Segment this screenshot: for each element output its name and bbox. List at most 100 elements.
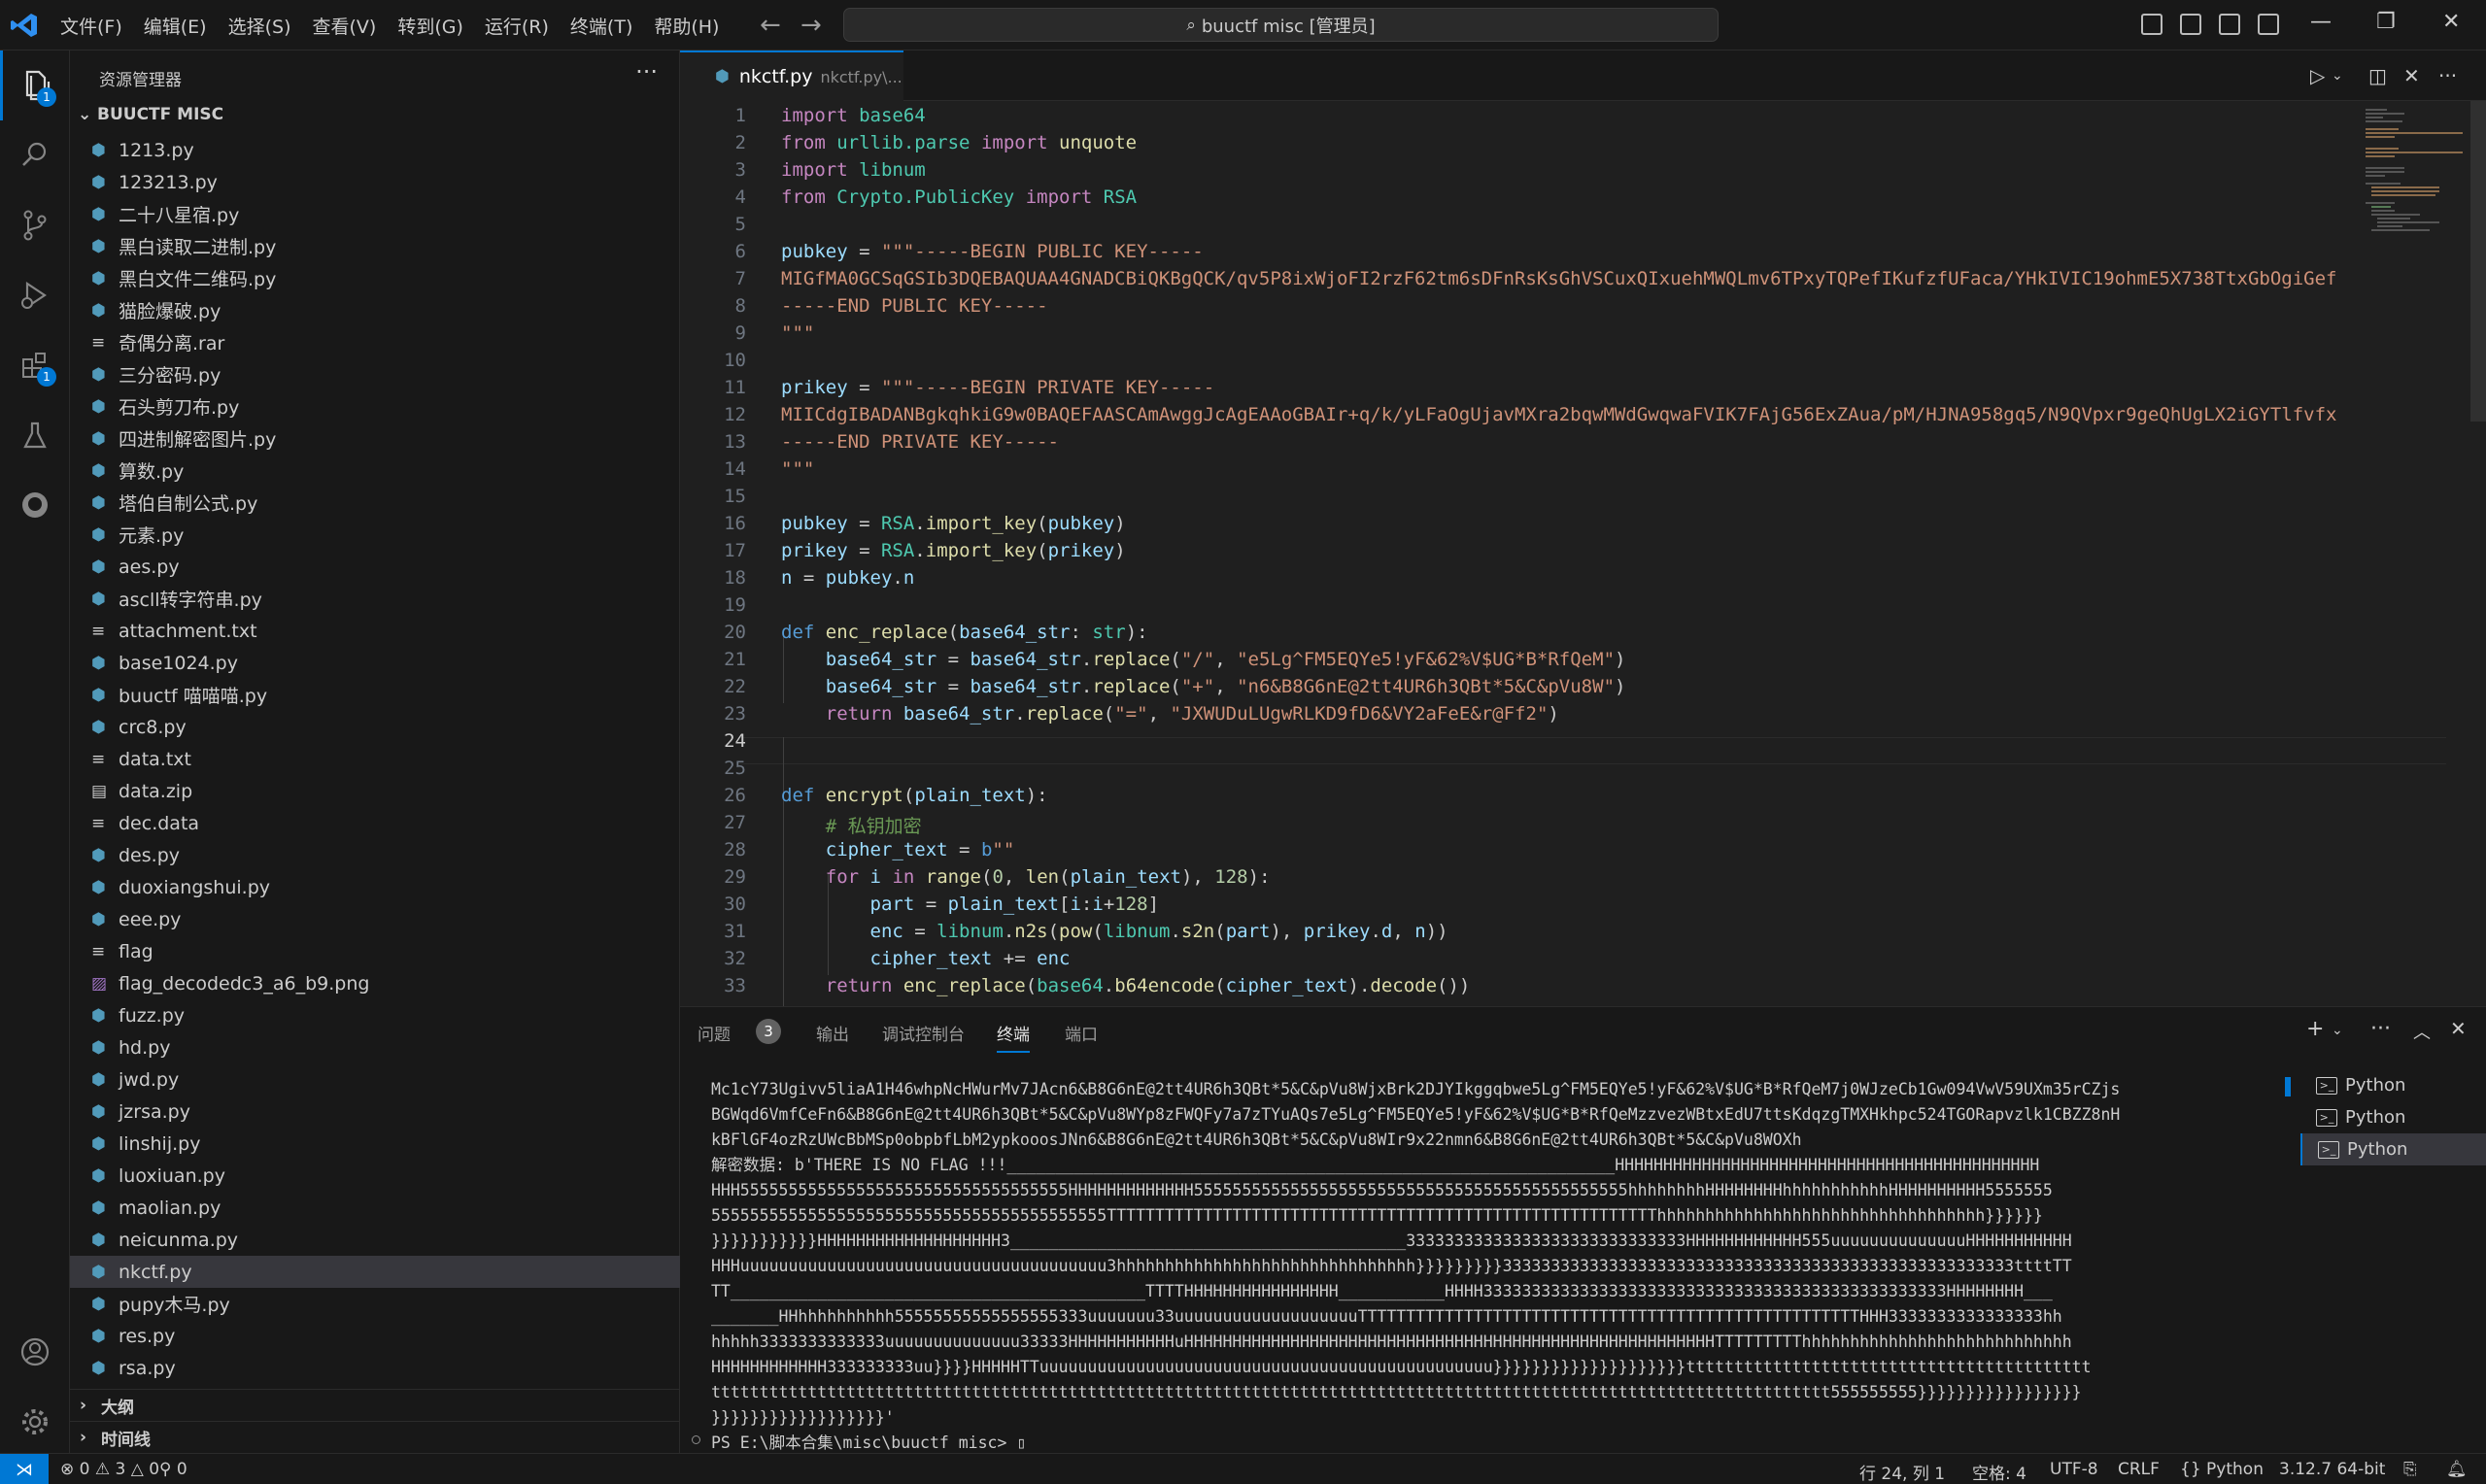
menu-selection[interactable]: 选择(S) [228,13,291,39]
file-item[interactable]: ≡ data.txt [70,743,680,775]
file-item[interactable]: ▤ data.zip [70,775,680,807]
problems-status[interactable]: ⊗ 0 ⚠ 3 △ 0 [60,1460,159,1479]
run-debug-button[interactable] [0,260,70,330]
file-item[interactable]: ⬢ neicunma.py [70,1224,680,1256]
file-item[interactable]: ≡ flag [70,935,680,967]
file-item[interactable]: ⬢ 1213.py [70,134,680,166]
indentation-status[interactable]: 空格: 4 [1972,1460,2026,1484]
tab-debug-console[interactable]: 调试控制台 [882,1021,965,1045]
file-item[interactable]: ⬢ rsa.py [70,1352,680,1384]
split-editor-icon[interactable]: ◫ [2368,64,2387,87]
tab-problems[interactable]: 问题 [698,1021,731,1045]
command-center[interactable]: ⌕ buuctf misc [管理员] [843,8,1719,42]
file-item[interactable]: ⬢ 黑白文件二维码.py [70,262,680,294]
eol-status[interactable]: CRLF [2118,1460,2160,1479]
timeline-section[interactable]: › 时间线 [70,1421,680,1453]
menu-run[interactable]: 运行(R) [485,13,549,39]
file-item[interactable]: ⬢ jzrsa.py [70,1096,680,1128]
toggle-panel-icon[interactable] [2180,14,2201,35]
close-panel-icon[interactable]: ✕ [2450,1017,2467,1040]
toggle-secondary-sidebar-icon[interactable] [2219,14,2240,35]
menu-edit[interactable]: 编辑(E) [144,13,207,39]
file-item[interactable]: ⬢ 二十八星宿.py [70,198,680,230]
file-item[interactable]: ⬢ fuzz.py [70,999,680,1031]
file-item[interactable]: ⬢ hd.py [70,1031,680,1063]
back-arrow-icon[interactable]: ← [760,11,781,40]
python-interpreter[interactable]: 3.12.7 64-bit [2279,1460,2385,1479]
file-item[interactable]: ⬢ 元素.py [70,519,680,551]
file-item[interactable]: ⬢ 四进制解密图片.py [70,422,680,455]
file-item[interactable]: ⬢ 123213.py [70,166,680,198]
menu-view[interactable]: 查看(V) [313,13,377,39]
file-item[interactable]: ⬢ 塔伯自制公式.py [70,487,680,519]
customize-layout-icon[interactable] [2258,14,2279,35]
file-item[interactable]: ⬢ eee.py [70,903,680,935]
file-item[interactable]: ⬢ crc8.py [70,711,680,743]
menu-go[interactable]: 转到(G) [397,13,463,39]
editor-scrollbar[interactable] [2470,101,2486,422]
remote-explorer-button[interactable] [0,470,70,540]
tab-output[interactable]: 输出 [816,1021,849,1045]
file-item[interactable]: ⬢ aes.py [70,551,680,583]
file-item[interactable]: ⬢ 黑白读取二进制.py [70,230,680,262]
command-decoration-icon[interactable] [692,1435,700,1444]
toggle-primary-sidebar-icon[interactable] [2141,14,2162,35]
minimize-icon[interactable]: — [2310,10,2332,34]
file-item[interactable]: ⬢ 猫脸爆破.py [70,294,680,326]
more-actions-icon[interactable]: ··· [2370,1017,2391,1041]
menu-file[interactable]: 文件(F) [60,13,122,39]
file-item[interactable]: ⬢ base1024.py [70,647,680,679]
more-actions-icon[interactable]: ··· [635,58,658,85]
close-window-icon[interactable]: ✕ [2442,10,2460,34]
folder-root[interactable]: ⌄ BUUCTF MISC [78,105,223,124]
more-actions-icon[interactable]: ··· [2438,64,2457,87]
manage-button[interactable] [0,1387,70,1457]
run-dropdown-icon[interactable]: ⌄ [2332,68,2343,84]
encoding-status[interactable]: UTF-8 [2050,1460,2098,1479]
file-item[interactable]: ⬢ nkctf.py [70,1256,680,1288]
forward-arrow-icon[interactable]: → [800,11,822,40]
search-button[interactable] [0,120,70,190]
menu-terminal[interactable]: 终端(T) [570,13,632,39]
file-item[interactable]: ⬢ jwd.py [70,1063,680,1096]
source-control-button[interactable] [0,190,70,260]
menu-help[interactable]: 帮助(H) [654,13,719,39]
file-item[interactable]: ≡ attachment.txt [70,615,680,647]
file-item[interactable]: ⬢ maolian.py [70,1192,680,1224]
terminal-instance[interactable]: >_ Python [2300,1133,2486,1165]
terminal-dropdown-icon[interactable]: ⌄ [2332,1023,2343,1038]
cursor-position[interactable]: 行 24, 列 1 [1859,1460,1945,1484]
close-editors-icon[interactable]: ✕ [2403,64,2420,87]
file-item[interactable]: ⬢ res.py [70,1320,680,1352]
file-item[interactable]: ⬢ 算数.py [70,455,680,487]
file-item[interactable]: ⬢ des.py [70,839,680,871]
testing-button[interactable] [0,400,70,470]
maximize-panel-icon[interactable]: ︿ [2413,1019,2431,1044]
file-item[interactable]: ≡ dec.data [70,807,680,839]
tab-nkctf[interactable]: ⬢ nkctf.py nkctf.py\... [680,51,903,101]
explorer-button[interactable]: 1 [0,51,70,120]
notifications-bell-icon[interactable]: 🔔︎ [2446,1460,2468,1479]
ports-status[interactable]: ⚲ 0 [159,1460,187,1479]
file-item[interactable]: ⬢ 石头剪刀布.py [70,390,680,422]
file-item[interactable]: ⬢ ascll转字符串.py [70,583,680,615]
language-mode[interactable]: {} Python [2180,1460,2264,1479]
tab-terminal[interactable]: 终端 [997,1021,1030,1053]
file-item[interactable]: ≡ 奇偶分离.rar [70,326,680,358]
new-terminal-icon[interactable]: + [2306,1017,2324,1041]
file-item[interactable]: ⬢ pupy木马.py [70,1288,680,1320]
accounts-button[interactable] [0,1317,70,1387]
terminal-instance[interactable]: >_ Python [2300,1069,2486,1101]
terminal-output[interactable]: Mc1cY73Ugivv5liaA1H46whpNcHWurMv7JAcn6&B… [711,1077,2197,1456]
tab-ports[interactable]: 端口 [1065,1021,1098,1045]
file-item[interactable]: ⬢ 三分密码.py [70,358,680,390]
file-item[interactable]: ▨ flag_decodedc3_a6_b9.png [70,967,680,999]
extensions-button[interactable]: 1 [0,330,70,400]
run-file-icon[interactable]: ▷ [2310,64,2325,87]
restore-icon[interactable]: ❐ [2376,10,2396,34]
outline-section[interactable]: › 大纲 [70,1389,680,1421]
python-env-icon[interactable]: ⎘ [2403,1460,2417,1479]
file-item[interactable]: ⬢ linshij.py [70,1128,680,1160]
file-item[interactable]: ⬢ duoxiangshui.py [70,871,680,903]
code-editor[interactable]: import base64 from urllib.parse import u… [680,101,2486,1006]
